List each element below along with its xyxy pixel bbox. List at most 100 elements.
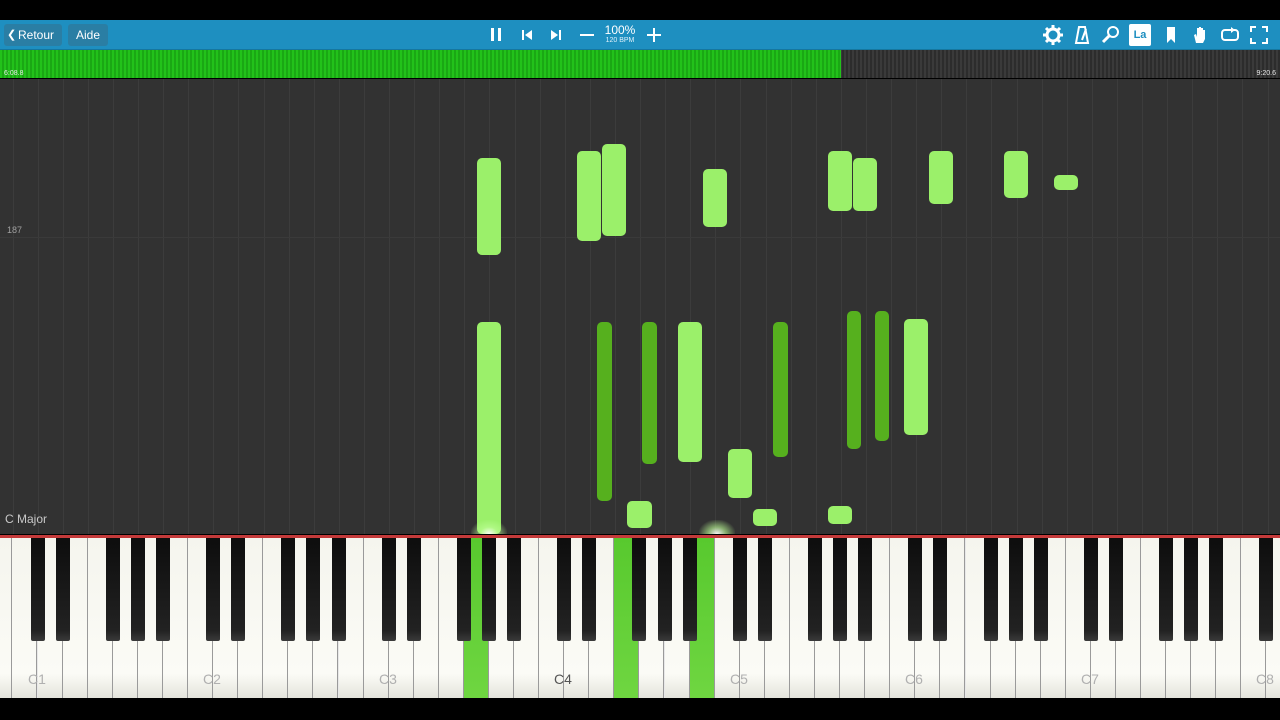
- black-key[interactable]: [632, 538, 646, 641]
- help-label: Aide: [76, 28, 101, 42]
- grid-line: [113, 79, 114, 534]
- grid-line: [289, 79, 290, 534]
- previous-button[interactable]: [515, 23, 539, 47]
- grid-line: [38, 79, 39, 534]
- falling-note: [577, 151, 601, 241]
- search-icon: [1101, 26, 1119, 44]
- grid-line: [715, 79, 716, 534]
- hand-button[interactable]: [1188, 23, 1212, 47]
- octave-label: C3: [379, 671, 397, 687]
- black-key[interactable]: [1159, 538, 1173, 641]
- note-spark: [471, 520, 507, 534]
- note-spark: [699, 520, 735, 534]
- pause-button[interactable]: [484, 23, 508, 47]
- black-key[interactable]: [231, 538, 245, 641]
- black-key[interactable]: [156, 538, 170, 641]
- black-key[interactable]: [306, 538, 320, 641]
- bookmark-icon: [1167, 27, 1175, 43]
- search-button[interactable]: [1099, 23, 1123, 47]
- total-time: 9:20.6: [1256, 70, 1276, 77]
- label-icon[interactable]: La: [1129, 24, 1151, 46]
- grid-line: [791, 79, 792, 534]
- black-key[interactable]: [733, 538, 747, 641]
- grid-line: [339, 79, 340, 534]
- black-key[interactable]: [507, 538, 521, 641]
- grid-line: [414, 79, 415, 534]
- black-key[interactable]: [658, 538, 672, 641]
- fullscreen-icon: [1250, 26, 1268, 44]
- black-key[interactable]: [1109, 538, 1123, 641]
- zoom-out-button[interactable]: [575, 23, 599, 47]
- grid-line: [13, 79, 14, 534]
- fullscreen-button[interactable]: [1247, 23, 1271, 47]
- grid-line: [816, 79, 817, 534]
- grid-line: [1042, 79, 1043, 534]
- octave-label: C4: [554, 671, 572, 687]
- grid-line: [766, 79, 767, 534]
- hand-icon: [1194, 27, 1205, 43]
- black-key[interactable]: [1259, 538, 1273, 641]
- back-button[interactable]: ❮ Retour: [4, 24, 63, 46]
- grid-line: [1192, 79, 1193, 534]
- black-key[interactable]: [382, 538, 396, 641]
- falling-note: [875, 311, 889, 441]
- grid-line: [841, 79, 842, 534]
- grid-line: [389, 79, 390, 534]
- black-key[interactable]: [281, 538, 295, 641]
- grid-line: [1268, 79, 1269, 534]
- black-key[interactable]: [457, 538, 471, 641]
- black-key[interactable]: [332, 538, 346, 641]
- black-key[interactable]: [31, 538, 45, 641]
- black-key[interactable]: [908, 538, 922, 641]
- black-key[interactable]: [984, 538, 998, 641]
- grid-line: [213, 79, 214, 534]
- measure-number: 187: [7, 225, 23, 235]
- black-key[interactable]: [482, 538, 496, 641]
- falling-note: [828, 506, 852, 524]
- key-signature: C Major: [5, 512, 48, 526]
- pause-icon: [491, 28, 501, 41]
- black-key[interactable]: [683, 538, 697, 641]
- metronome-button[interactable]: [1070, 23, 1094, 47]
- grid-line: [238, 79, 239, 534]
- black-key[interactable]: [1184, 538, 1198, 641]
- loop-button[interactable]: [1218, 23, 1242, 47]
- grid-line: [264, 79, 265, 534]
- zoom-in-button[interactable]: [642, 23, 666, 47]
- black-key[interactable]: [1084, 538, 1098, 641]
- white-key[interactable]: [0, 538, 12, 698]
- grid-line: [991, 79, 992, 534]
- black-key[interactable]: [858, 538, 872, 641]
- grid-line: [941, 79, 942, 534]
- grid-line: [590, 79, 591, 534]
- grid-line: [88, 79, 89, 534]
- falling-note: [828, 151, 852, 211]
- black-key[interactable]: [582, 538, 596, 641]
- help-button[interactable]: Aide: [68, 24, 109, 46]
- black-key[interactable]: [131, 538, 145, 641]
- black-key[interactable]: [106, 538, 120, 641]
- plus-icon: [647, 28, 661, 42]
- grid-line: [916, 79, 917, 534]
- falling-note: [929, 151, 953, 204]
- black-key[interactable]: [206, 538, 220, 641]
- black-key[interactable]: [1034, 538, 1048, 641]
- black-key[interactable]: [933, 538, 947, 641]
- black-key[interactable]: [808, 538, 822, 641]
- falling-note: [627, 501, 652, 528]
- black-key[interactable]: [1009, 538, 1023, 641]
- black-key[interactable]: [1209, 538, 1223, 641]
- progress-bar[interactable]: [0, 50, 1280, 78]
- black-key[interactable]: [758, 538, 772, 641]
- falling-note: [477, 158, 501, 255]
- settings-button[interactable]: [1041, 23, 1065, 47]
- next-button[interactable]: [544, 23, 568, 47]
- falling-note: [678, 322, 702, 462]
- black-key[interactable]: [407, 538, 421, 641]
- black-key[interactable]: [557, 538, 571, 641]
- octave-label: C2: [203, 671, 221, 687]
- black-key[interactable]: [833, 538, 847, 641]
- black-key[interactable]: [56, 538, 70, 641]
- bookmark-button[interactable]: [1159, 23, 1183, 47]
- grid-line: [314, 79, 315, 534]
